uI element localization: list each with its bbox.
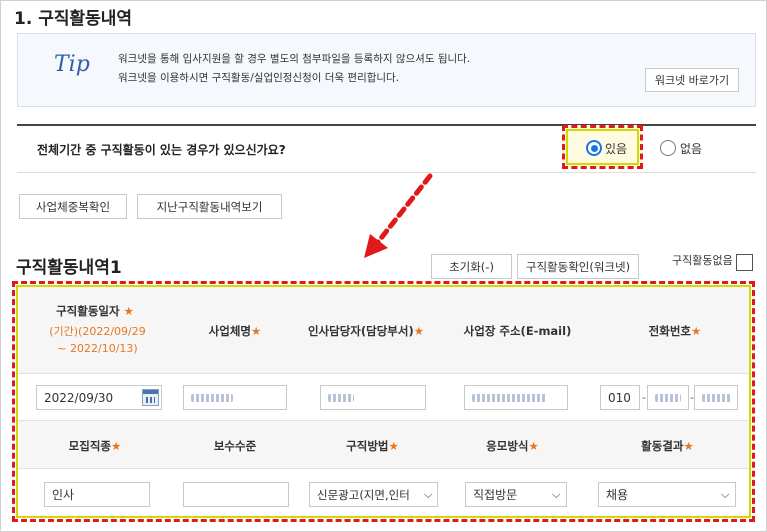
radio-highlight-inner — [566, 129, 639, 165]
tip-line-2: 워크넷을 이용하시면 구직활동/실업인정신청이 더욱 편리합니다. — [118, 72, 400, 84]
past-history-button[interactable]: 지난구직활동내역보기 — [137, 194, 282, 219]
th-address: 사업장 주소(E-mail) — [463, 324, 572, 338]
chevron-down-icon: ⌵ — [424, 488, 433, 501]
apply-select-value: 직접방문 — [473, 488, 518, 502]
radio-no[interactable] — [660, 140, 676, 156]
radio-yes-label[interactable]: 있음 — [605, 140, 627, 157]
question-text: 전체기간 중 구직활동이 있는 경우가 있으신가요? — [37, 143, 286, 157]
calendar-icon[interactable] — [142, 389, 159, 406]
method-select[interactable]: 신문광고(지면,인터 — [309, 482, 438, 507]
th-apply: 응모방식★ — [486, 439, 539, 453]
th-job: 모집직종★ — [68, 439, 122, 453]
th-salary: 보수수준 — [213, 439, 257, 453]
no-activity-checkbox[interactable] — [736, 254, 753, 271]
phone-prefix-value: 010 — [608, 390, 631, 405]
activity-list-title: 구직활동내역1 — [16, 258, 122, 278]
salary-input[interactable] — [183, 482, 289, 507]
th-date-period-end: ~ 2022/10/13) — [57, 342, 138, 355]
tip-line-1: 워크넷을 통해 입사지원을 할 경우 별도의 첨부파일을 등록하지 않으셔도 됩… — [118, 53, 471, 65]
result-select-value: 채용 — [606, 488, 629, 502]
result-select[interactable]: 채용 — [598, 482, 736, 507]
th-date: 구직활동일자 ★ — [56, 304, 134, 318]
th-result: 활동결과★ — [641, 439, 694, 453]
red-dashed-arrow-icon — [364, 173, 433, 258]
address-input[interactable] — [464, 385, 568, 410]
question-top-divider — [17, 124, 756, 126]
phone-prefix-input[interactable]: 010 — [600, 385, 640, 410]
reset-button[interactable]: 초기화(-) — [431, 254, 512, 279]
th-manager: 인사담당자(담당부서)★ — [307, 324, 425, 338]
section-title: 1. 구직활동내역 — [14, 9, 133, 29]
method-select-value: 신문광고(지면,인터 — [317, 487, 410, 502]
phone-mid-input[interactable] — [647, 385, 689, 410]
phone-last-input[interactable] — [694, 385, 738, 410]
chevron-down-icon: ⌵ — [552, 488, 561, 501]
duplicate-check-button[interactable]: 사업체중복확인 — [19, 194, 127, 219]
row-divider — [18, 373, 749, 374]
row-divider — [18, 420, 749, 421]
job-input-value: 인사 — [52, 488, 75, 502]
th-method: 구직방법★ — [346, 439, 399, 453]
phone-dash: - — [642, 391, 646, 404]
no-activity-label: 구직활동없음 — [672, 254, 733, 267]
th-phone: 전화번호★ — [648, 324, 702, 338]
job-input[interactable]: 인사 — [44, 482, 150, 507]
chevron-down-icon: ⌵ — [721, 488, 730, 501]
manager-input[interactable] — [320, 385, 426, 410]
th-date-period: (기간)(2022/09/29 — [49, 325, 146, 338]
radio-no-label[interactable]: 없음 — [680, 140, 702, 157]
worknet-confirm-button[interactable]: 구직활동확인(워크넷) — [517, 254, 639, 279]
worknet-shortcut-button[interactable]: 워크넷 바로가기 — [645, 68, 739, 92]
radio-yes[interactable] — [586, 140, 602, 156]
th-company: 사업체명★ — [208, 324, 262, 338]
row-divider — [18, 468, 749, 469]
tip-label: Tip — [54, 52, 90, 77]
date-input-value: 2022/09/30 — [44, 390, 114, 405]
company-input[interactable] — [183, 385, 287, 410]
